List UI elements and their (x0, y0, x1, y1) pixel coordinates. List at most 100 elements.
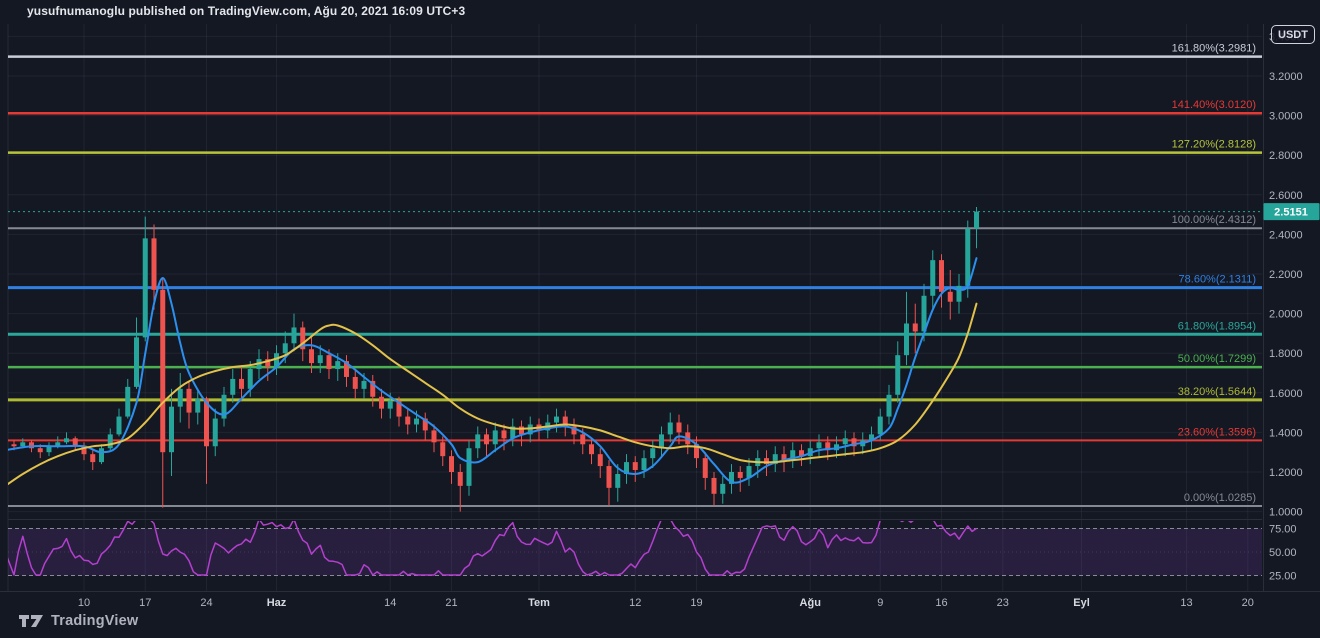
publish-attribution: yusufnumanoglu published on TradingView.… (27, 4, 465, 18)
candlestick-series (3, 207, 979, 512)
price-tick-label: 1.8000 (1269, 348, 1303, 360)
price-tick-label: 2.4000 (1269, 229, 1303, 241)
price-tick-label: 1.0000 (1269, 507, 1303, 519)
price-axis[interactable]: 3.40003.20003.00002.80002.60002.40002.20… (1264, 31, 1320, 582)
price-tick-label: 3.0000 (1269, 111, 1303, 123)
candle-body (283, 343, 288, 353)
candle-body (440, 442, 445, 456)
price-tick-label: 2.2000 (1269, 269, 1303, 281)
candle-body (169, 407, 174, 453)
time-tick-label: 12 (629, 597, 641, 609)
candle-body (843, 438, 848, 444)
candle-body (589, 444, 594, 454)
price-tick-label: 2.0000 (1269, 309, 1303, 321)
candle-body (642, 458, 647, 470)
candle-body (493, 430, 498, 444)
chart-canvas[interactable]: 161.80%(3.2981)141.40%(3.0120)127.20%(2.… (0, 0, 1320, 638)
fib-label: 23.60%(1.3596) (1178, 426, 1256, 438)
candle-body (703, 458, 708, 478)
candle-body (117, 417, 122, 435)
candle-body (38, 448, 43, 452)
time-tick-label: 9 (877, 597, 883, 609)
candle-body (195, 399, 200, 413)
candle-body (178, 389, 183, 407)
candle-body (414, 419, 419, 425)
candle-body (12, 444, 17, 446)
fib-label: 100.00%(2.4312) (1172, 214, 1256, 226)
candle-body (187, 389, 192, 413)
candle-body (379, 397, 384, 409)
candle-body (309, 349, 314, 363)
candle-body (502, 430, 507, 438)
candle-body (230, 379, 235, 395)
candle-body (3, 443, 8, 444)
tradingview-logo-icon (18, 612, 44, 630)
fib-label-layer: 161.80%(3.2981)141.40%(3.0120)127.20%(2.… (1172, 43, 1256, 504)
candle-body (405, 417, 410, 425)
candle-body (615, 474, 620, 488)
candle-body (467, 448, 472, 486)
candle-body (64, 438, 69, 442)
indicator-tick-label: 25.00 (1269, 571, 1297, 583)
candle-body (134, 337, 139, 387)
candle-body (143, 238, 148, 337)
time-tick-label: Eyl (1073, 597, 1090, 609)
candle-body (965, 228, 970, 285)
candle-body (160, 290, 165, 452)
candle-body (677, 423, 682, 433)
candle-body (887, 395, 892, 417)
tradingview-footer[interactable]: TradingView (18, 612, 138, 630)
candle-body (712, 478, 717, 494)
candle-body (930, 260, 935, 296)
ma-slow-line (5, 304, 976, 486)
candle-body (878, 417, 883, 435)
candle-body (248, 369, 253, 389)
currency-label: USDT (1278, 29, 1308, 41)
price-tick-label: 2.6000 (1269, 190, 1303, 202)
time-tick-label: Haz (267, 597, 287, 609)
candle-body (939, 260, 944, 292)
time-tick-label: 23 (997, 597, 1009, 609)
time-tick-label: 13 (1180, 597, 1192, 609)
candle-body (554, 417, 559, 423)
candle-body (20, 442, 25, 446)
time-tick-label: 19 (690, 597, 702, 609)
indicator-tick-label: 50.00 (1269, 547, 1297, 559)
price-tick-label: 1.2000 (1269, 467, 1303, 479)
candle-body (353, 377, 358, 389)
fib-label: 50.00%(1.7299) (1178, 353, 1256, 365)
time-tick-label: Tem (528, 597, 550, 609)
last-price-badge-label: 2.5151 (1274, 207, 1308, 219)
candle-body (388, 401, 393, 409)
candle-body (598, 454, 603, 466)
candle-body (318, 355, 323, 363)
candle-body (519, 426, 524, 434)
tradingview-snapshot: yusufnumanoglu published on TradingView.… (0, 0, 1320, 638)
price-tick-label: 1.6000 (1269, 388, 1303, 400)
candle-body (108, 434, 113, 448)
candle-body (125, 387, 130, 417)
candle-body (720, 484, 725, 494)
time-tick-label: 16 (935, 597, 947, 609)
candle-body (484, 434, 489, 444)
candle-body (239, 379, 244, 389)
fib-label: 61.80%(1.8954) (1178, 320, 1256, 332)
candle-body (327, 355, 332, 369)
candle-body (335, 361, 340, 369)
candle-body (957, 286, 962, 302)
currency-toggle-button[interactable]: USDT (1271, 25, 1315, 44)
candle-body (904, 324, 909, 356)
candle-body (99, 448, 104, 462)
candle-body (607, 466, 612, 488)
fib-label: 78.60%(2.1311) (1179, 274, 1256, 286)
candle-body (90, 454, 95, 462)
candle-body (432, 430, 437, 442)
fib-label: 161.80%(3.2981) (1172, 43, 1256, 55)
time-tick-label: 21 (445, 597, 457, 609)
candle-body (152, 238, 157, 289)
price-tick-label: 2.8000 (1269, 150, 1303, 162)
candle-body (449, 456, 454, 472)
time-axis[interactable]: 101724Haz1421Tem1219Ağu91623Eyl1320 (78, 597, 1254, 609)
candle-body (458, 472, 463, 486)
candle-body (817, 442, 822, 448)
